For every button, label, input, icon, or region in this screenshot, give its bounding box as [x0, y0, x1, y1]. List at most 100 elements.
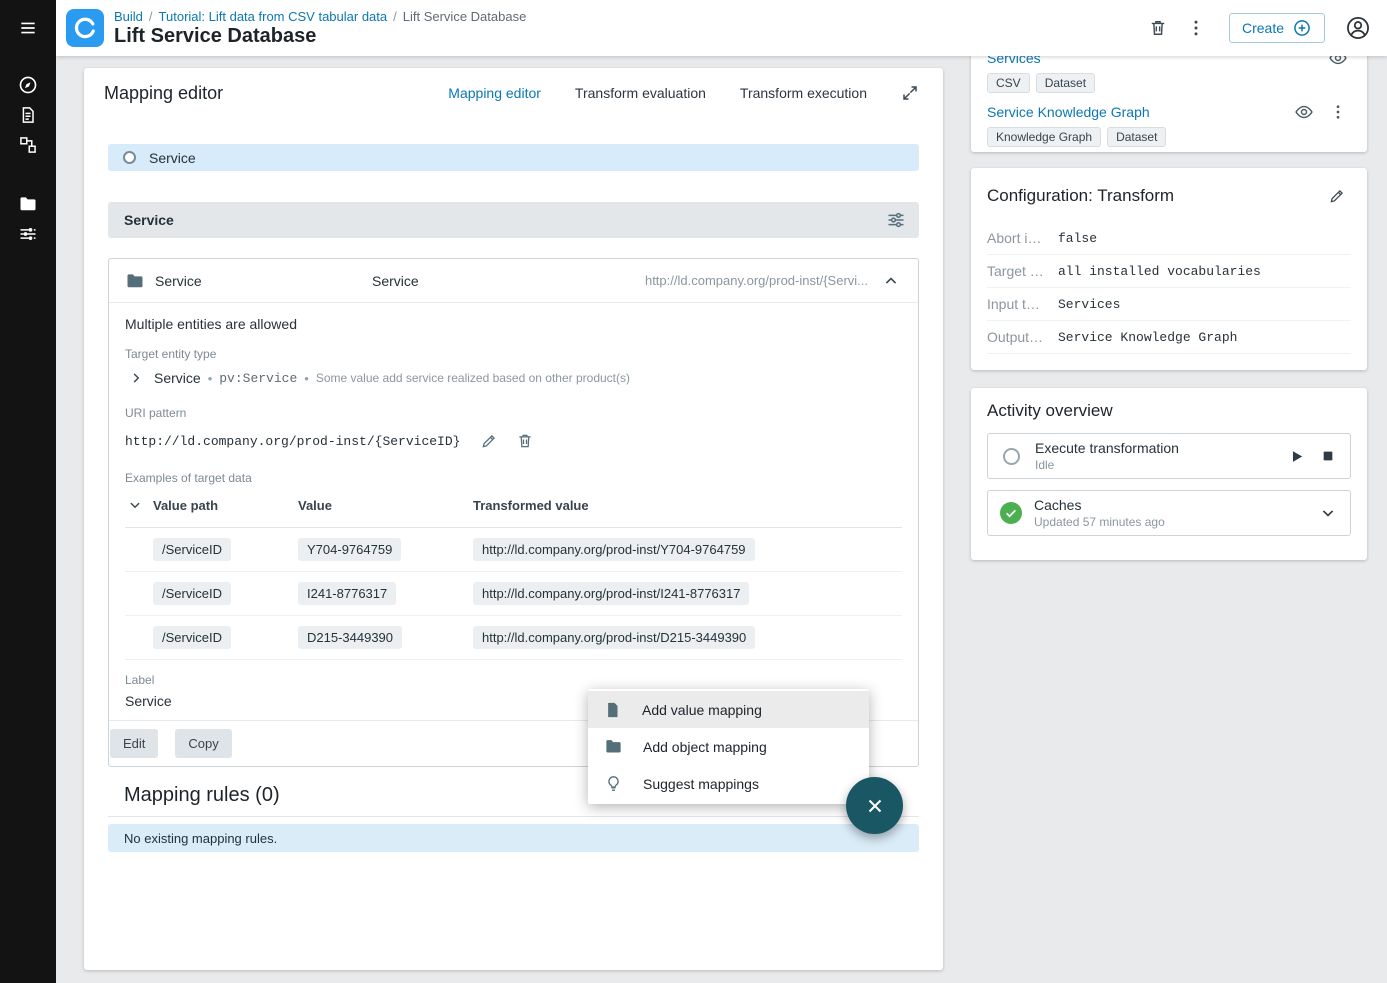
property-row: Target … all installed vocabularies: [987, 255, 1351, 288]
chevron-right-icon[interactable]: [125, 367, 147, 389]
chevron-down-icon[interactable]: [125, 495, 145, 515]
menu-item-label: Add object mapping: [643, 739, 767, 755]
folder-icon: [604, 737, 623, 756]
mapping-editor-title: Mapping editor: [104, 83, 223, 104]
close-fab-button[interactable]: [846, 777, 903, 834]
configuration-card: Configuration: Transform Abort i… false …: [971, 168, 1367, 370]
tab-transform-evaluation[interactable]: Transform evaluation: [573, 81, 708, 105]
property-label: Input t…: [987, 296, 1049, 312]
create-button[interactable]: Create: [1229, 13, 1325, 43]
tune-icon[interactable]: [881, 205, 911, 235]
examples-header-row: Value path Value Transformed value: [125, 491, 902, 528]
header-text: Build / Tutorial: Lift data from CSV tab…: [114, 9, 526, 47]
copy-button[interactable]: Copy: [175, 729, 231, 758]
eye-icon[interactable]: [1291, 99, 1317, 125]
tab-transform-execution[interactable]: Transform execution: [738, 81, 869, 105]
mapping-editor-card: Mapping editor Mapping editor Transform …: [84, 68, 943, 970]
activity-status: Updated 57 minutes ago: [1034, 515, 1302, 529]
property-value: false: [1058, 231, 1097, 246]
menu-item-suggest-mappings[interactable]: Suggest mappings: [588, 765, 869, 802]
target-entity-type-label: Target entity type: [125, 347, 902, 361]
breadcrumb-current: Lift Service Database: [403, 9, 527, 24]
property-label: Target …: [987, 263, 1049, 279]
mapping-editor-tabs: Mapping editor Transform evaluation Tran…: [446, 81, 869, 105]
activities-icon[interactable]: [0, 219, 56, 249]
activity-status: Idle: [1035, 458, 1270, 472]
transformed-value-chip: http://ld.company.org/prod-inst/D215-344…: [473, 626, 755, 649]
divider: [108, 816, 919, 817]
folder-icon[interactable]: [0, 189, 56, 219]
app-logo-icon[interactable]: [66, 9, 104, 47]
label-field-label: Label: [125, 673, 902, 687]
play-icon[interactable]: [1282, 442, 1310, 470]
property-row: Abort i… false: [987, 222, 1351, 255]
column-header-value: Value: [298, 491, 473, 528]
entities-allowance-note: Multiple entities are allowed: [125, 316, 902, 332]
uri-pattern-value: http://ld.company.org/prod-inst/{Service…: [125, 434, 460, 449]
entity-type-vocab: pv:Service: [219, 371, 297, 386]
menu-item-add-value-mapping[interactable]: Add value mapping: [588, 691, 869, 728]
related-item-knowledge-graph-link[interactable]: Service Knowledge Graph: [987, 104, 1150, 120]
delete-icon[interactable]: [1141, 11, 1175, 45]
rule-header-left: Service: [125, 271, 372, 291]
tag-badge: CSV: [987, 73, 1030, 93]
rule-selector-row[interactable]: Service: [108, 144, 919, 171]
fullscreen-icon[interactable]: [893, 76, 927, 110]
value-chip: Y704-9764759: [298, 538, 401, 561]
activity-overview-card: Activity overview Execute transformation…: [971, 388, 1367, 560]
property-label: Abort i…: [987, 230, 1049, 246]
tag-badge: Knowledge Graph: [987, 127, 1101, 147]
related-item-row: Service Knowledge Graph: [987, 100, 1351, 124]
rule-name: Service: [155, 273, 202, 289]
header-actions: Create: [1141, 11, 1387, 45]
more-menu-icon[interactable]: [1179, 11, 1213, 45]
app-rail: [0, 0, 56, 983]
edit-pencil-icon[interactable]: [474, 426, 504, 456]
tab-mapping-editor[interactable]: Mapping editor: [446, 81, 543, 105]
file-icon: [604, 701, 622, 719]
explore-icon[interactable]: [0, 70, 56, 100]
menu-item-add-object-mapping[interactable]: Add object mapping: [588, 728, 869, 765]
transformed-value-chip: http://ld.company.org/prod-inst/I241-877…: [473, 582, 749, 605]
close-icon: [864, 795, 886, 817]
user-avatar-icon[interactable]: [1341, 11, 1375, 45]
idle-status-icon: [1003, 448, 1020, 465]
property-value: Services: [1058, 297, 1120, 312]
breadcrumb-build-link[interactable]: Build: [114, 9, 143, 24]
transform-icon[interactable]: [0, 100, 56, 130]
no-rules-notice: No existing mapping rules.: [108, 824, 919, 852]
related-item-tags: CSV Dataset: [987, 73, 1351, 93]
edit-pencil-icon[interactable]: [1323, 182, 1351, 210]
add-mapping-context-menu: Add value mapping Add object mapping Sug…: [588, 689, 869, 804]
rule-card-header[interactable]: Service Service http://ld.company.org/pr…: [109, 259, 918, 303]
rule-section-label: Service: [124, 212, 174, 228]
breadcrumb-separator: /: [149, 9, 153, 24]
radio-icon[interactable]: [123, 151, 136, 164]
uri-pattern-label: URI pattern: [125, 406, 902, 420]
breadcrumb-tutorial-link[interactable]: Tutorial: Lift data from CSV tabular dat…: [159, 9, 388, 24]
rail-nav-group-top: [0, 70, 56, 160]
more-menu-icon[interactable]: [1325, 99, 1351, 125]
edit-button[interactable]: Edit: [110, 729, 158, 758]
chevron-down-icon[interactable]: [1314, 499, 1342, 527]
configuration-title: Configuration: Transform: [987, 186, 1174, 206]
examples-label: Examples of target data: [125, 471, 902, 485]
menu-icon[interactable]: [0, 0, 56, 56]
app-header: Build / Tutorial: Lift data from CSV tab…: [56, 0, 1387, 56]
page-title: Lift Service Database: [114, 25, 526, 47]
property-row: Output… Service Knowledge Graph: [987, 321, 1351, 354]
menu-item-label: Suggest mappings: [643, 776, 759, 792]
entity-type-description: Some value add service realized based on…: [316, 371, 630, 385]
separator-dot: •: [304, 371, 309, 386]
workflow-icon[interactable]: [0, 130, 56, 160]
stop-icon[interactable]: [1314, 442, 1342, 470]
success-check-icon: [1000, 502, 1022, 524]
column-header-transformed-value: Transformed value: [473, 491, 902, 528]
value-chip: D215-3449390: [298, 626, 402, 649]
chevron-up-icon[interactable]: [874, 264, 908, 298]
value-path-chip: /ServiceID: [153, 626, 231, 649]
rule-section-bar: Service: [108, 202, 919, 238]
rule-selector-label: Service: [149, 150, 196, 166]
trash-icon[interactable]: [510, 426, 540, 456]
example-row: /ServiceID D215-3449390 http://ld.compan…: [125, 616, 902, 660]
